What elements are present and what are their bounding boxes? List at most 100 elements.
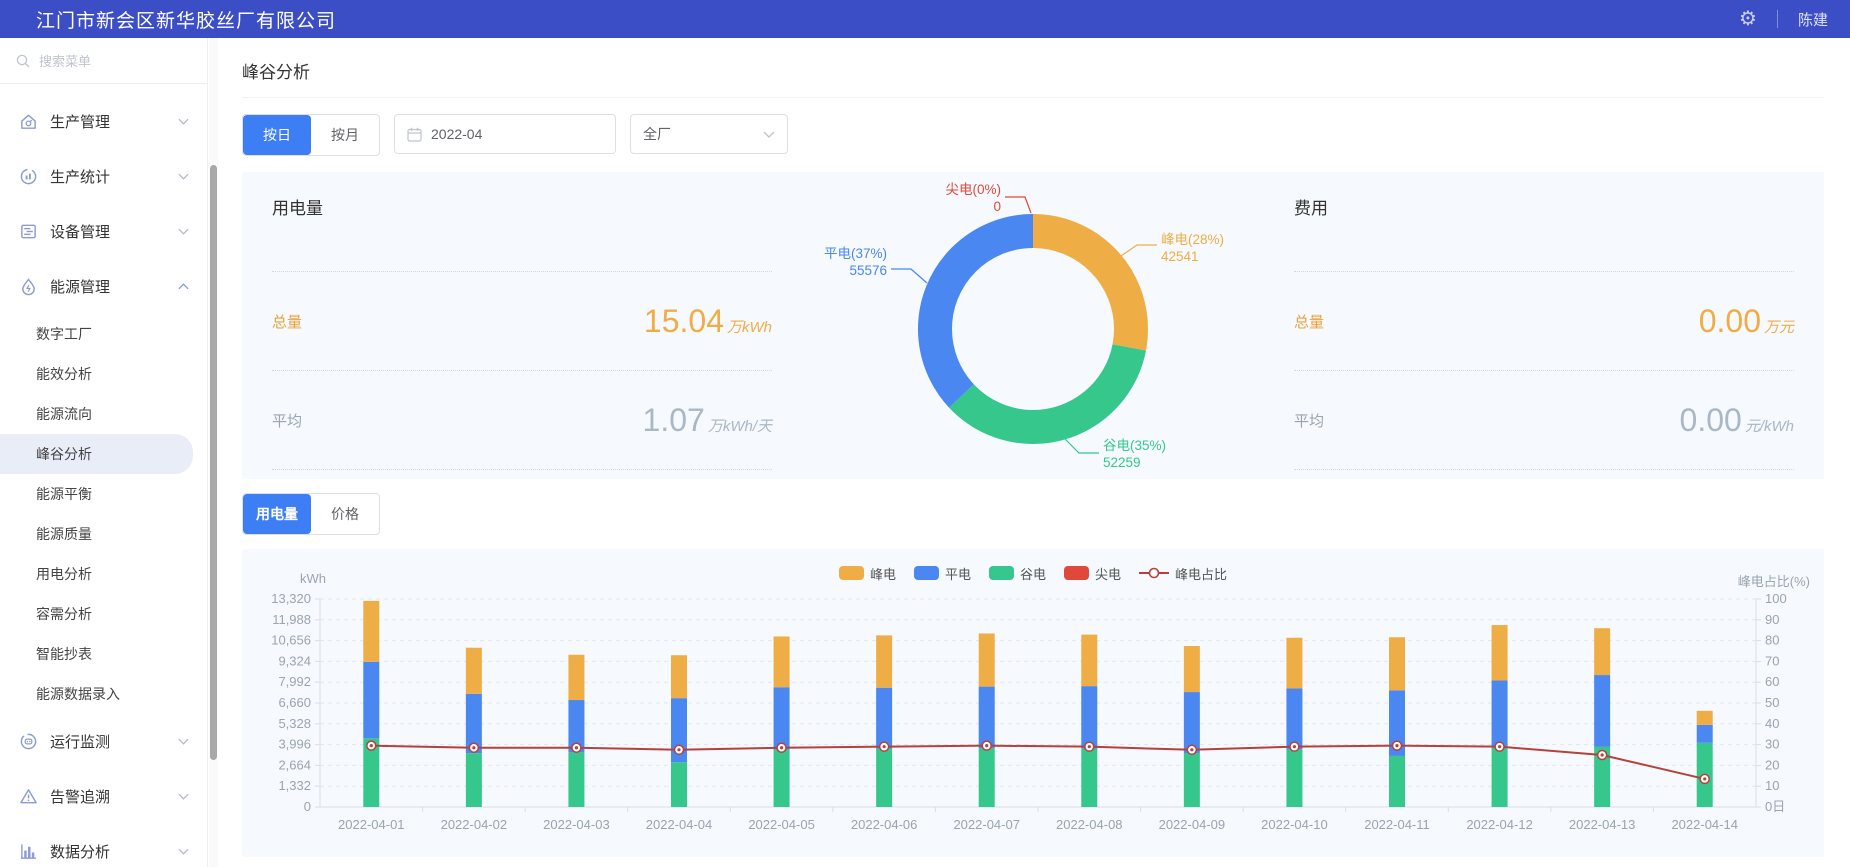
legend-swatch-icon xyxy=(989,566,1014,580)
sidebar-subitem-能源质量[interactable]: 能源质量 xyxy=(0,514,207,554)
sidebar-item-告警追溯[interactable]: 告警追溯 xyxy=(0,769,207,824)
sidebar-subitem-label: 数字工厂 xyxy=(36,324,92,344)
bar-峰电-2022-04-04[interactable] xyxy=(671,655,687,698)
bar-峰电-2022-04-01[interactable] xyxy=(363,601,379,662)
sidebar-subitem-数字工厂[interactable]: 数字工厂 xyxy=(0,314,207,354)
scrollbar-thumb[interactable] xyxy=(210,165,217,760)
sidebar-item-label: 设备管理 xyxy=(50,221,110,242)
svg-text:2022-04-08: 2022-04-08 xyxy=(1056,817,1123,832)
bar-平电-2022-04-09[interactable] xyxy=(1184,692,1200,753)
range-button-group: 按日 按月 xyxy=(242,114,380,156)
bar-平电-2022-04-14[interactable] xyxy=(1697,725,1713,743)
bar-峰电-2022-04-12[interactable] xyxy=(1492,625,1508,680)
sidebar-subitem-能源平衡[interactable]: 能源平衡 xyxy=(0,474,207,514)
bar-峰电-2022-04-02[interactable] xyxy=(466,648,482,694)
average-label: 平均 xyxy=(1294,410,1324,431)
bar-谷电-2022-04-09[interactable] xyxy=(1184,753,1200,807)
bar-谷电-2022-04-04[interactable] xyxy=(671,762,687,807)
bar-峰电-2022-04-10[interactable] xyxy=(1286,638,1302,689)
electricity-average-row: 平均 1.07 万kWh/天 xyxy=(272,370,772,470)
sidebar-subitem-能源流向[interactable]: 能源流向 xyxy=(0,394,207,434)
bar-谷电-2022-04-05[interactable] xyxy=(774,750,790,807)
sidebar-subitem-能效分析[interactable]: 能效分析 xyxy=(0,354,207,394)
legend-item-平电[interactable]: 平电 xyxy=(914,564,971,583)
bar-平电-2022-04-05[interactable] xyxy=(774,687,790,749)
bar-谷电-2022-04-08[interactable] xyxy=(1081,749,1097,807)
bar-峰电-2022-04-09[interactable] xyxy=(1184,646,1200,692)
bar-峰电-2022-04-06[interactable] xyxy=(876,635,892,687)
donut-chart: 峰电(28%)42541谷电(35%)52259平电(37%)55576尖电(0… xyxy=(803,171,1263,481)
date-picker[interactable]: 2022-04 xyxy=(394,114,616,154)
legend-item-峰电占比[interactable]: 峰电占比 xyxy=(1139,564,1227,583)
bar-平电-2022-04-07[interactable] xyxy=(979,687,995,749)
legend-label: 谷电 xyxy=(1020,564,1046,583)
chevron-up-icon xyxy=(178,283,189,290)
by-day-button[interactable]: 按日 xyxy=(243,115,311,155)
menu-search-input[interactable]: 搜索菜单 xyxy=(0,38,207,84)
bar-谷电-2022-04-12[interactable] xyxy=(1492,747,1508,807)
bar-峰电-2022-04-13[interactable] xyxy=(1594,628,1610,675)
sidebar-subitem-容需分析[interactable]: 容需分析 xyxy=(0,594,207,634)
sidebar-item-生产管理[interactable]: 生产管理 xyxy=(0,94,207,149)
user-name[interactable]: 陈建 xyxy=(1798,9,1828,30)
chevron-down-icon xyxy=(178,738,189,745)
total-value: 0.00 xyxy=(1699,303,1761,340)
legend-item-谷电[interactable]: 谷电 xyxy=(989,564,1046,583)
sidebar-subitem-峰谷分析[interactable]: 峰谷分析 xyxy=(0,434,193,474)
by-month-button[interactable]: 按月 xyxy=(311,115,379,155)
vertical-scrollbar[interactable] xyxy=(209,38,218,867)
svg-text:2022-04-14: 2022-04-14 xyxy=(1671,817,1738,832)
bar-峰电-2022-04-07[interactable] xyxy=(979,634,995,687)
legend-item-尖电[interactable]: 尖电 xyxy=(1064,564,1121,583)
settings-gear-icon[interactable]: ⚙ xyxy=(1739,9,1757,29)
chevron-down-icon xyxy=(178,228,189,235)
scope-select[interactable]: 全厂 xyxy=(630,114,788,154)
bar-平电-2022-04-06[interactable] xyxy=(876,688,892,749)
energy-drop-icon xyxy=(18,277,38,297)
sidebar-item-设备管理[interactable]: 设备管理 xyxy=(0,204,207,259)
bar-峰电-2022-04-14[interactable] xyxy=(1697,711,1713,725)
bar-平电-2022-04-13[interactable] xyxy=(1594,675,1610,747)
bar-平电-2022-04-12[interactable] xyxy=(1492,681,1508,747)
bar-谷电-2022-04-03[interactable] xyxy=(568,752,584,807)
bar-峰电-2022-04-05[interactable] xyxy=(774,636,790,687)
donut-label-谷电: 谷电(35%)52259 xyxy=(1103,437,1166,471)
legend-item-峰电[interactable]: 峰电 xyxy=(839,564,896,583)
donut-label-value: 42541 xyxy=(1161,248,1224,265)
average-unit: 万kWh/天 xyxy=(708,415,772,436)
bar-峰电-2022-04-11[interactable] xyxy=(1389,637,1405,690)
sidebar-item-能源管理[interactable]: 能源管理 xyxy=(0,259,207,314)
chevron-down-icon xyxy=(178,118,189,125)
sidebar-subitem-用电分析[interactable]: 用电分析 xyxy=(0,554,207,594)
svg-text:10,656: 10,656 xyxy=(271,633,311,648)
bar-谷电-2022-04-11[interactable] xyxy=(1389,756,1405,807)
sidebar-subitem-智能抄表[interactable]: 智能抄表 xyxy=(0,634,207,674)
donut-label-name: 平电(37%) xyxy=(824,246,887,261)
bar-谷电-2022-04-10[interactable] xyxy=(1286,749,1302,807)
bar-谷电-2022-04-06[interactable] xyxy=(876,749,892,807)
tab-price[interactable]: 价格 xyxy=(311,494,379,534)
sidebar-subitem-能源数据录入[interactable]: 能源数据录入 xyxy=(0,674,207,714)
alarm-icon xyxy=(18,787,38,807)
sidebar-subitem-label: 能源平衡 xyxy=(36,484,92,504)
bar-峰电-2022-04-08[interactable] xyxy=(1081,635,1097,687)
bar-平电-2022-04-08[interactable] xyxy=(1081,686,1097,748)
sidebar-item-生产统计[interactable]: 生产统计 xyxy=(0,149,207,204)
svg-text:7,992: 7,992 xyxy=(278,674,311,689)
bar-谷电-2022-04-07[interactable] xyxy=(979,748,995,807)
tab-electricity[interactable]: 用电量 xyxy=(243,494,311,534)
sidebar-subitem-label: 能源数据录入 xyxy=(36,684,120,704)
filter-bar: 按日 按月 2022-04 全厂 xyxy=(242,114,1824,156)
bar-平电-2022-04-10[interactable] xyxy=(1286,688,1302,749)
bar-平电-2022-04-01[interactable] xyxy=(363,662,379,739)
bar-峰电-2022-04-03[interactable] xyxy=(568,655,584,700)
chevron-down-icon xyxy=(763,131,775,138)
analysis-icon xyxy=(18,842,38,862)
stacked-bar-chart[interactable]: 01,3322,6643,9965,3286,6607,9929,32410,6… xyxy=(262,591,1804,843)
sidebar-item-运行监测[interactable]: 运行监测 xyxy=(0,714,207,769)
page-header: 峰谷分析 xyxy=(242,38,1824,98)
bar-谷电-2022-04-02[interactable] xyxy=(466,753,482,807)
total-value: 15.04 xyxy=(644,303,724,340)
scope-value: 全厂 xyxy=(643,124,671,144)
sidebar-item-数据分析[interactable]: 数据分析 xyxy=(0,824,207,867)
